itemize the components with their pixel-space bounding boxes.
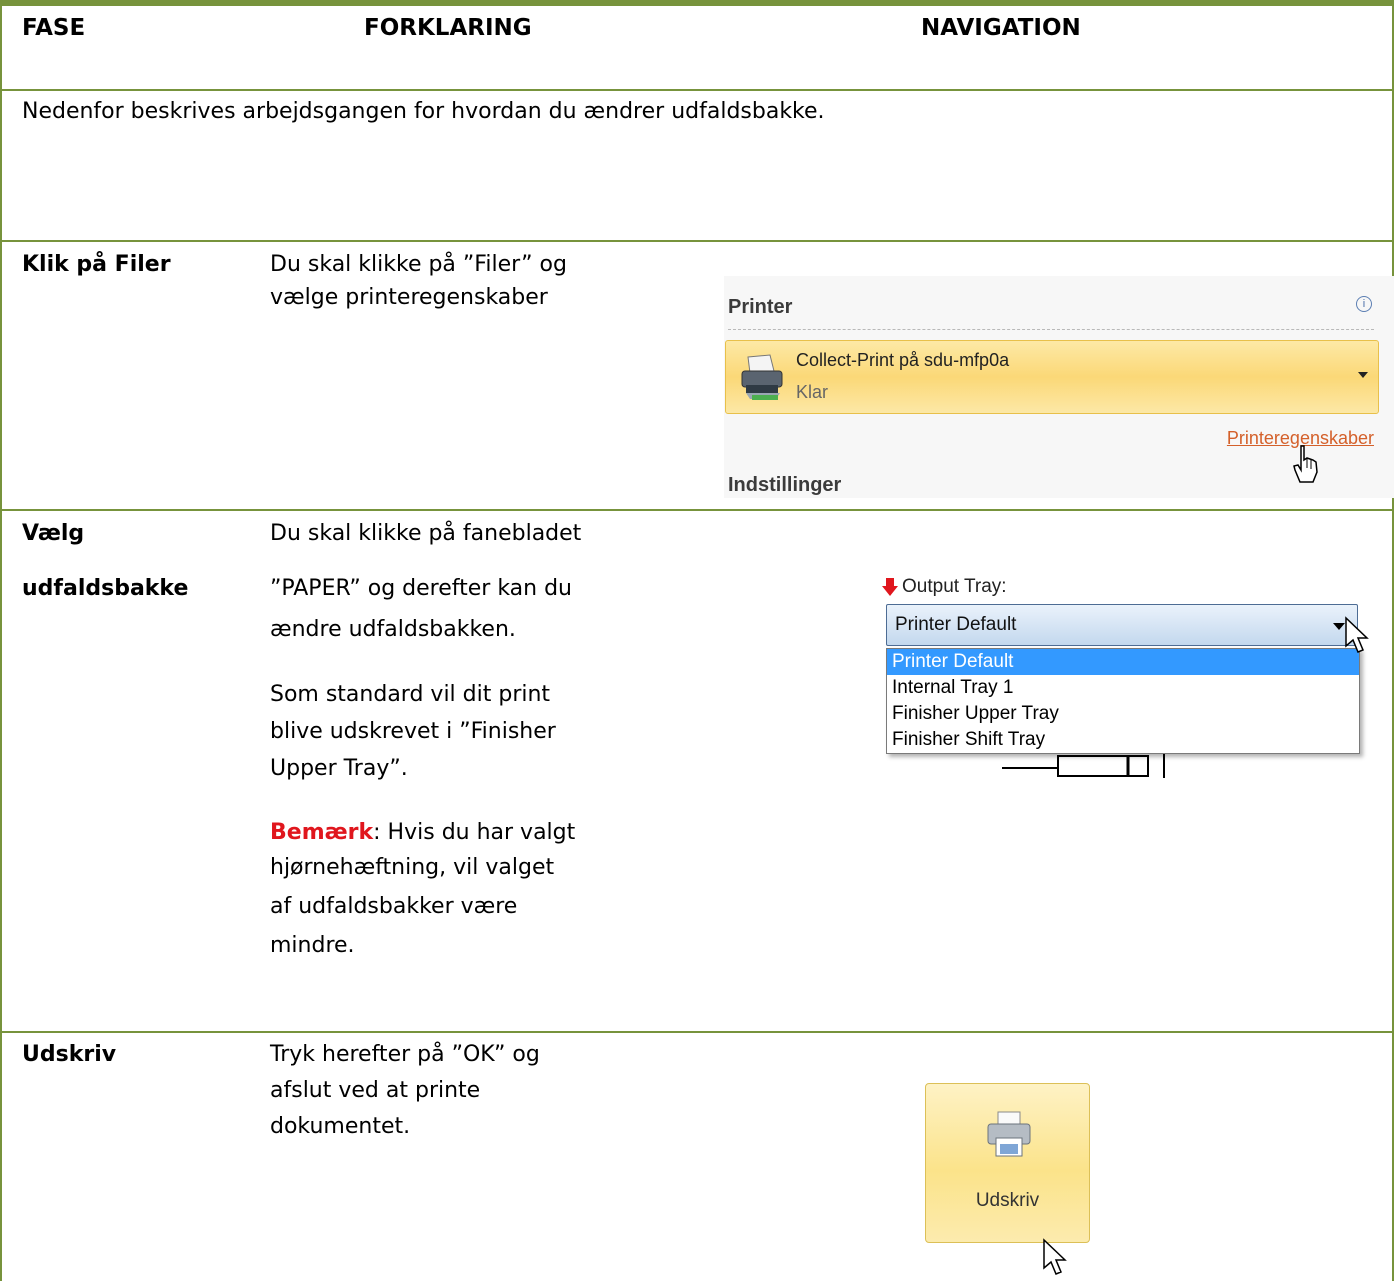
note-first-text: : Hvis du har valgt [373,820,576,845]
table-top-border [0,0,1394,6]
header-forklaring: FORKLARING [364,15,532,41]
output-tray-screenshot: Output Tray: Printer Default Printer Def… [880,572,1380,782]
output-tray-dropdown-list: Printer Default Internal Tray 1 Finisher… [886,648,1360,754]
info-icon[interactable]: i [1356,296,1372,312]
row-divider-3 [0,1031,1394,1033]
header-fase: FASE [22,15,86,41]
step-2-line-3: ændre udfaldsbakken. [270,617,516,642]
step-1-title: Klik på Filer [22,252,171,277]
tray-option[interactable]: Internal Tray 1 [887,675,1359,701]
intro-text: Nedenfor beskrives arbejdsgangen for hvo… [22,99,825,124]
document-page: FASE FORKLARING NAVIGATION Nedenfor besk… [0,0,1394,1281]
step-2-para2-line-1: Som standard vil dit print [270,682,551,707]
step-3-line-1: Tryk herefter på ”OK” og [270,1042,540,1067]
printer-section-title: Printer [728,296,793,318]
step-1-line-1: Du skal klikke på ”Filer” og [270,252,567,277]
table-left-border [0,0,2,1281]
printer-diagram-fragment [1002,754,1165,778]
step-2-note-line-2: hjørnehæftning, vil valget [270,855,555,880]
step-2-para2-line-3: Upper Tray”. [270,756,408,781]
combobox-value: Printer Default [895,614,1017,635]
note-label: Bemærk [270,820,374,845]
step-2-line-1: Du skal klikke på fanebladet [270,521,582,546]
step-2-para2-line-2: blive udskrevet i ”Finisher [270,719,556,744]
step-2-note-line-1: Bemærk: Hvis du har valgt [270,817,575,848]
step-2-title-line-2: udfaldsbakke [22,576,189,601]
print-button[interactable]: Udskriv [925,1083,1090,1243]
tray-option[interactable]: Printer Default [887,649,1359,675]
printer-select[interactable]: Collect-Print på sdu-mfp0a Klar [725,340,1379,414]
step-2-note-line-3: af udfaldsbakker være [270,894,518,919]
step-3-line-2: afslut ved at printe [270,1078,481,1103]
down-arrow-icon [882,578,898,596]
step-2-title-line-1: Vælg [22,521,85,546]
printer-name: Collect-Print på sdu-mfp0a [796,350,1010,370]
tray-option[interactable]: Finisher Upper Tray [887,701,1359,727]
dotted-divider [728,329,1374,330]
step-1-line-2: vælge printeregenskaber [270,285,548,310]
output-tray-combobox[interactable]: Printer Default [886,604,1358,646]
output-tray-label: Output Tray: [902,576,1007,597]
dropdown-arrow-icon [1358,372,1368,378]
header-divider [0,89,1394,91]
step-3-title: Udskriv [22,1042,117,1067]
printer-icon [741,354,783,400]
header-navigation: NAVIGATION [921,15,1081,41]
settings-section-title: Indstillinger [728,474,842,496]
row-divider-2 [0,509,1394,511]
hand-cursor-icon [1293,445,1318,483]
row-divider-1 [0,240,1394,242]
print-button-label: Udskriv [975,1190,1040,1211]
step-2-line-2: ”PAPER” og derefter kan du [270,576,572,601]
arrow-cursor-icon [1043,1238,1067,1275]
arrow-cursor-icon [1345,616,1369,653]
step-3-line-3: dokumentet. [270,1114,411,1139]
printer-icon [987,1111,1031,1157]
printer-status: Klar [796,382,829,402]
print-button-screenshot: Udskriv [920,1078,1100,1281]
printer-panel-screenshot: Printer i Collect-Print på sdu-mfp0a Kla… [724,276,1394,498]
step-2-note-line-4: mindre. [270,933,355,958]
